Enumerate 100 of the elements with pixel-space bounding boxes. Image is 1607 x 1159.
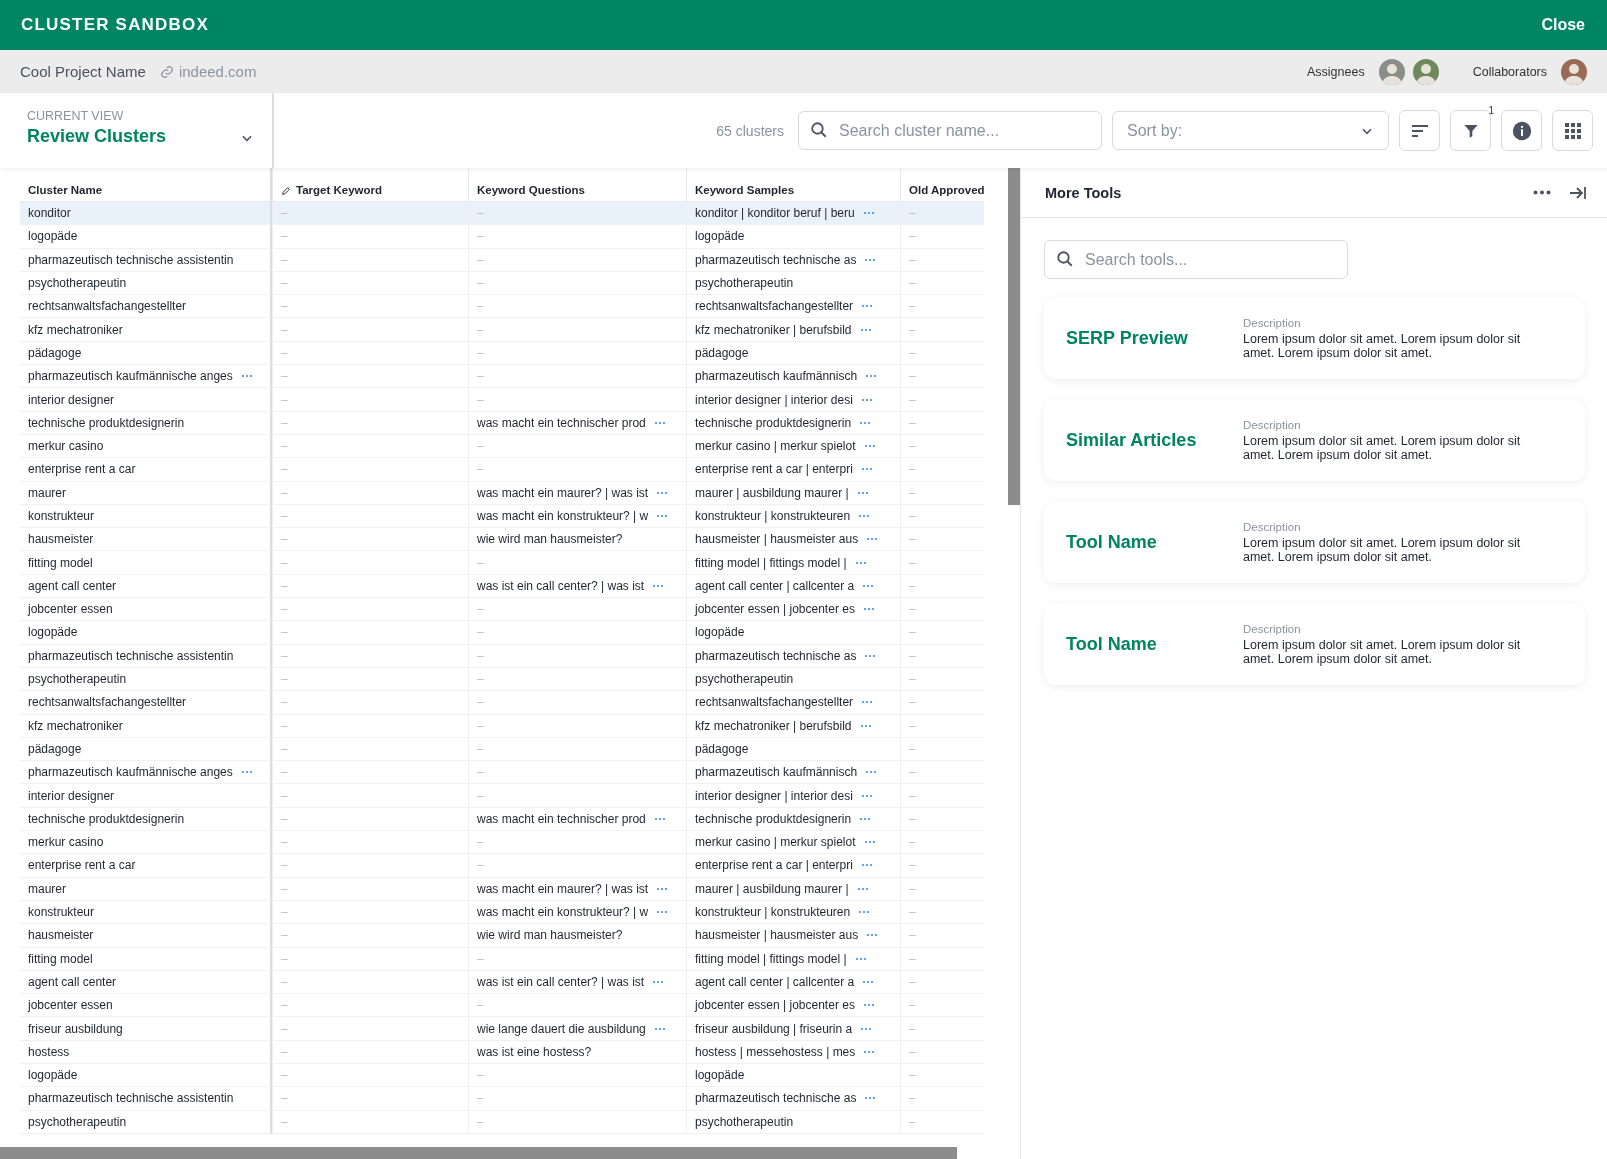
table-cell: –: [900, 202, 984, 226]
more-icon[interactable]: [865, 374, 878, 379]
more-icon[interactable]: [865, 770, 878, 775]
more-icon[interactable]: [854, 956, 867, 961]
more-icon[interactable]: [656, 514, 669, 518]
more-icon[interactable]: [863, 444, 876, 449]
table-cell: –: [272, 202, 468, 226]
table-cell: –: [272, 481, 468, 505]
tool-card[interactable]: Tool Name Description Lorem ipsum dolor sit amet. Lorem ipsum dolor sit amet. Lorem ipsum dolor sit amet.: [1044, 603, 1585, 685]
table-cell: –: [900, 831, 984, 855]
table-cell: –: [900, 877, 984, 901]
more-icon[interactable]: [861, 304, 874, 309]
sort-icon: [1410, 123, 1429, 138]
info-button[interactable]: [1501, 110, 1542, 151]
table-cell: agent call center: [20, 574, 272, 599]
table-cell: merkur casino | merkur spielot: [686, 831, 900, 855]
more-icon[interactable]: [859, 420, 872, 425]
table-cell: –: [272, 551, 468, 575]
more-icon[interactable]: [860, 863, 873, 868]
more-icon[interactable]: [860, 1026, 873, 1031]
table-cell: –: [272, 248, 468, 272]
table-cell: interior designer | interior desi: [686, 784, 900, 808]
table-cell: hostess | messehostess | mes: [686, 1040, 900, 1064]
table-cell: konditor | konditor beruf | beru: [686, 202, 900, 226]
more-icon[interactable]: [860, 467, 873, 472]
scrollbar-thumb[interactable]: [0, 1147, 957, 1159]
sort-button[interactable]: [1399, 110, 1440, 151]
search-icon: [1056, 250, 1074, 268]
table-cell: psychotherapeutin: [20, 271, 272, 296]
tool-name: Tool Name: [1066, 531, 1158, 553]
more-icon[interactable]: [653, 816, 666, 821]
close-button[interactable]: Close: [1541, 16, 1585, 34]
more-icon[interactable]: [863, 840, 876, 845]
more-icon[interactable]: [858, 910, 871, 915]
table-cell: merkur casino | merkur spielot: [686, 434, 900, 459]
table-cell: –: [468, 947, 686, 971]
more-icon[interactable]: [862, 979, 875, 984]
more-icon[interactable]: [656, 886, 669, 891]
more-icon[interactable]: [862, 211, 875, 216]
table-cell: –: [272, 714, 468, 738]
table-cell: –: [900, 947, 984, 971]
table-cell: –: [272, 504, 468, 529]
more-icon[interactable]: [859, 723, 872, 728]
more-icon[interactable]: [854, 560, 867, 565]
search-field[interactable]: Search cluster name...: [798, 111, 1102, 150]
more-icon[interactable]: [860, 397, 873, 402]
tool-card[interactable]: Tool Name Description Lorem ipsum dolor sit amet. Lorem ipsum dolor sit amet. Lorem ipsum dolor sit amet.: [1044, 501, 1585, 583]
tools-search-field[interactable]: Search tools...: [1044, 240, 1348, 279]
table-cell: –: [272, 1040, 468, 1064]
table-cell: –: [468, 341, 686, 366]
more-icon[interactable]: [860, 793, 873, 798]
table-cell: –: [272, 388, 468, 412]
more-icon[interactable]: [856, 490, 869, 495]
more-icon[interactable]: [653, 1026, 666, 1031]
more-icon[interactable]: [862, 583, 875, 588]
more-icon[interactable]: [653, 420, 666, 425]
table-cell: konstrukteur: [20, 900, 272, 925]
more-icon[interactable]: [861, 700, 874, 705]
tool-card[interactable]: SERP Preview Description Lorem ipsum dolor sit amet. Lorem ipsum dolor sit amet. Lorem ipsum dolor sit amet.: [1044, 297, 1585, 379]
avatar[interactable]: [1561, 58, 1587, 85]
table-cell: pharmazeutisch technische assistentin: [20, 1087, 272, 1111]
more-icon[interactable]: [862, 607, 875, 612]
table-cell: –: [272, 854, 468, 878]
more-icon[interactable]: [859, 327, 872, 332]
tool-description: Lorem ipsum dolor sit amet. Lorem ipsum dolor sit amet. Lorem ipsum dolor sit amet.: [1243, 433, 1522, 462]
table-cell: –: [900, 225, 984, 249]
more-icon[interactable]: [862, 1003, 875, 1008]
link-icon: [159, 64, 174, 79]
more-icon[interactable]: [866, 933, 879, 938]
more-icon[interactable]: [864, 257, 877, 262]
more-icon[interactable]: [656, 910, 669, 915]
more-icon[interactable]: [864, 653, 877, 658]
more-icon[interactable]: [656, 490, 669, 495]
table-cell: pädagoge: [20, 737, 272, 762]
table-cell: –: [900, 737, 984, 762]
more-icon[interactable]: [859, 816, 872, 821]
table-cell: –: [468, 621, 686, 645]
more-icon[interactable]: [863, 1049, 876, 1054]
scrollbar-thumb[interactable]: [1008, 168, 1020, 505]
more-button[interactable]: [1531, 188, 1553, 197]
more-icon[interactable]: [240, 770, 253, 775]
avatar[interactable]: [1378, 58, 1405, 85]
table-cell: logopäde: [686, 621, 900, 645]
more-icon[interactable]: [864, 1096, 877, 1101]
description-label: Description: [1243, 418, 1302, 431]
avatar[interactable]: [1412, 58, 1439, 85]
more-icon[interactable]: [866, 537, 879, 542]
more-icon[interactable]: [856, 886, 869, 891]
more-icon[interactable]: [240, 374, 253, 379]
table-cell: –: [900, 341, 984, 366]
more-icon[interactable]: [652, 583, 665, 588]
more-icon[interactable]: [652, 979, 665, 984]
grid-view-button[interactable]: [1552, 110, 1593, 151]
table-cell: –: [900, 365, 984, 389]
table-cell: pädagoge: [686, 737, 900, 762]
tool-card[interactable]: Similar Articles Description Lorem ipsum dolor sit amet. Lorem ipsum dolor sit amet. Lorem ipsum dolor sit amet.: [1044, 399, 1585, 481]
more-icon[interactable]: [858, 514, 871, 518]
filter-icon: [1462, 122, 1479, 139]
table-cell: –: [468, 1064, 686, 1088]
table-cell: –: [900, 1064, 984, 1088]
